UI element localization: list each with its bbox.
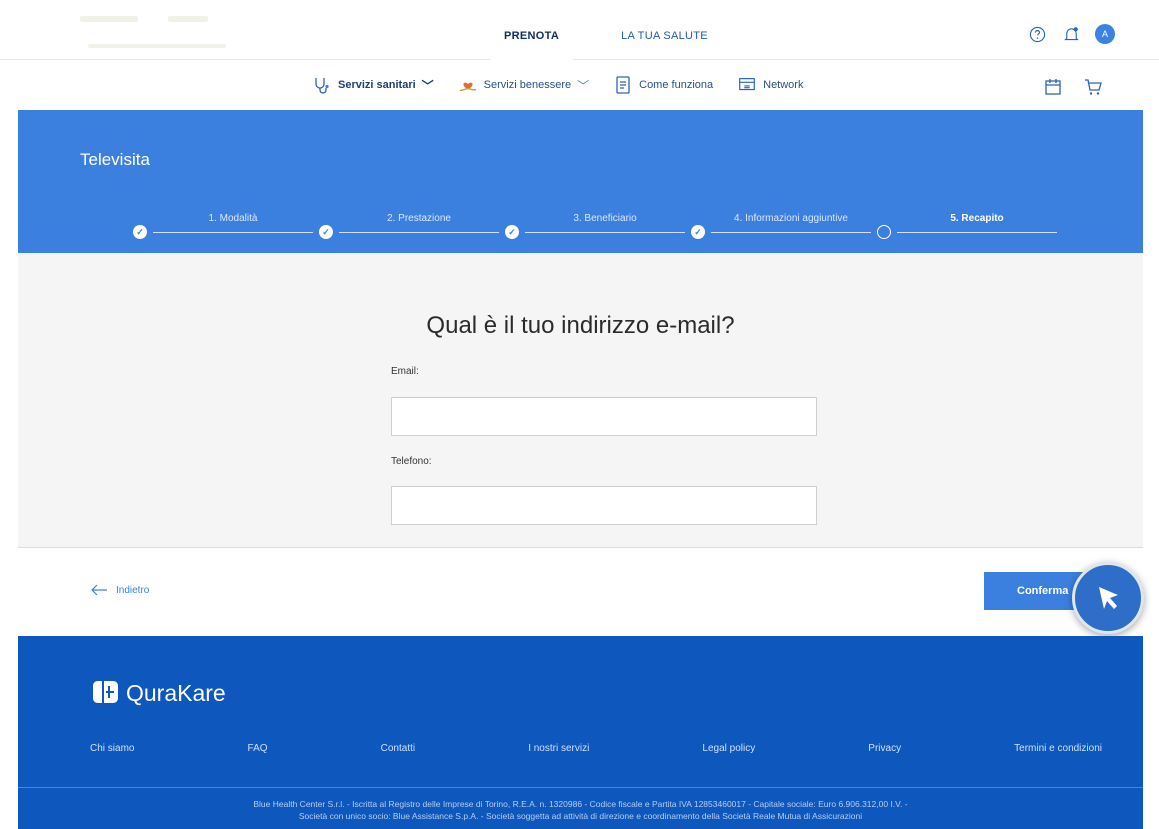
back-button[interactable]: Indietro (90, 584, 149, 596)
nav-servizi-benessere[interactable]: Servizi benessere ﹀ (458, 75, 589, 95)
top-icons: A (1027, 24, 1115, 44)
step-1-label: 1. Modalità (208, 213, 258, 224)
nav-come-funziona[interactable]: Come funziona (613, 75, 713, 95)
step-connector (525, 232, 685, 233)
footer-link-chi-siamo[interactable]: Chi siamo (90, 743, 134, 754)
logo[interactable] (80, 14, 230, 52)
arrow-left-icon (91, 584, 107, 596)
document-icon (613, 75, 633, 95)
top-tabs: PRENOTA LA TUA SALUTE (490, 24, 722, 60)
calendar-icon[interactable] (1043, 77, 1063, 97)
progress-stepper: ✓ ✓ ✓ ✓ 1. Modalità 2. Prestazione 3. Be… (18, 110, 1143, 253)
footer-links: Chi siamo FAQ Contatti I nostri servizi … (90, 743, 1102, 754)
cursor-pointer-icon (1072, 562, 1144, 634)
footer-link-termini[interactable]: Termini e condizioni (1014, 743, 1102, 754)
tab-prenota[interactable]: PRENOTA (490, 24, 574, 60)
nav-label: Servizi benessere (483, 79, 572, 91)
chevron-down-icon: ﹀ (577, 78, 590, 93)
back-label: Indietro (116, 584, 150, 596)
nav-label: Come funziona (639, 79, 714, 91)
email-field[interactable] (391, 397, 817, 436)
legal-notice: Blue Health Center S.r.l. - Iscritta al … (18, 787, 1143, 829)
step-3-label: 3. Beneficiario (573, 213, 637, 224)
page-header-band: Televisita ✓ ✓ ✓ ✓ 1. Modalità 2. Presta… (18, 110, 1143, 253)
nav-network[interactable]: Network (737, 75, 803, 95)
footer-link-privacy[interactable]: Privacy (868, 743, 901, 754)
chevron-down-icon: ﹀ (421, 78, 434, 93)
form-section: Qual è il tuo indirizzo e-mail? Email: T… (18, 253, 1143, 548)
step-4-check-icon: ✓ (691, 225, 705, 239)
tab-la-tua-salute[interactable]: LA TUA SALUTE (607, 24, 722, 60)
form-question: Qual è il tuo indirizzo e-mail? (426, 312, 735, 339)
step-5-label: 5. Recapito (950, 213, 1004, 224)
footer-brand: QuraKare (126, 679, 226, 706)
footer-logo[interactable]: QuraKare (90, 678, 226, 708)
step-4-label: 4. Informazioni aggiuntive (734, 213, 848, 224)
footer: QuraKare Chi siamo FAQ Contatti I nostri… (18, 636, 1143, 787)
step-connector (339, 232, 499, 233)
step-connector (711, 232, 871, 233)
sub-navigation: Servizi sanitari ﹀ Servizi benessere ﹀ C… (0, 61, 1159, 110)
email-label: Email: (391, 366, 419, 377)
phone-label: Telefono: (391, 456, 432, 467)
network-icon (737, 75, 757, 95)
step-1-check-icon: ✓ (133, 225, 147, 239)
footer-link-contatti[interactable]: Contatti (381, 743, 415, 754)
step-2-label: 2. Prestazione (387, 213, 451, 224)
stethoscope-icon (312, 75, 332, 95)
footer-link-servizi[interactable]: I nostri servizi (528, 743, 589, 754)
step-connector (897, 232, 1057, 233)
cart-icon[interactable] (1083, 77, 1103, 97)
top-header: PRENOTA LA TUA SALUTE A (0, 0, 1159, 60)
step-2-check-icon: ✓ (319, 225, 333, 239)
form-actions: Indietro Conferma (18, 548, 1143, 636)
help-icon[interactable] (1027, 24, 1047, 44)
footer-link-faq[interactable]: FAQ (248, 743, 268, 754)
step-5-pending-icon (877, 225, 891, 239)
step-connector (153, 232, 313, 233)
nav-label: Servizi sanitari (338, 79, 416, 91)
qurakare-logo-icon (93, 681, 118, 703)
wellness-icon (458, 75, 478, 95)
nav-servizi-sanitari[interactable]: Servizi sanitari ﹀ (312, 75, 434, 95)
step-3-check-icon: ✓ (505, 225, 519, 239)
legal-line-1: Blue Health Center S.r.l. - Iscritta al … (253, 799, 908, 809)
phone-field[interactable] (391, 486, 817, 525)
footer-link-legal-policy[interactable]: Legal policy (702, 743, 755, 754)
bell-icon[interactable] (1061, 24, 1081, 44)
legal-line-2: Società con unico socio: Blue Assistance… (298, 811, 863, 821)
nav-label: Network (763, 79, 804, 91)
avatar[interactable]: A (1095, 24, 1115, 44)
